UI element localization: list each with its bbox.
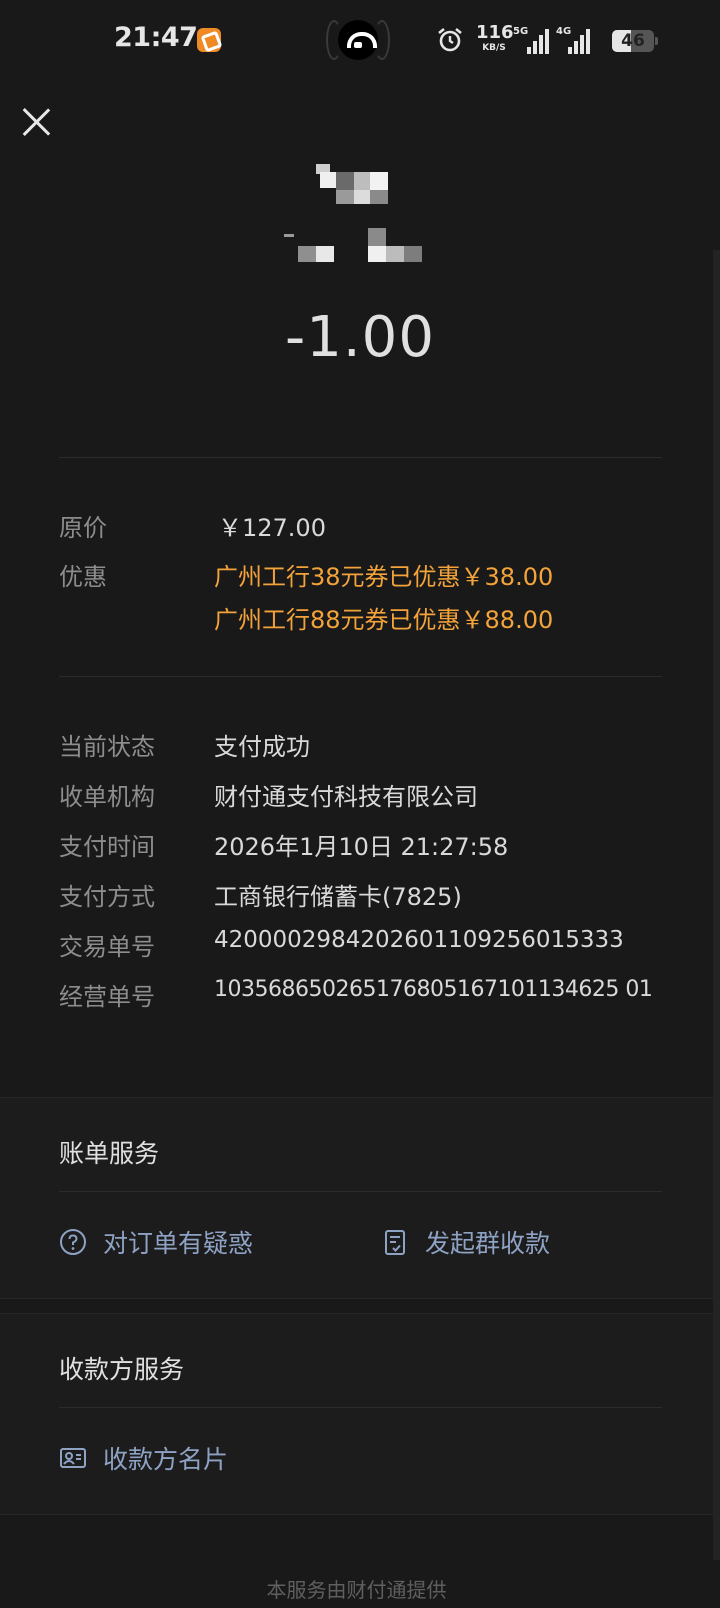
status-time: 21:47 xyxy=(114,22,198,53)
divider xyxy=(59,1407,662,1408)
transaction-id-label: 交易单号 xyxy=(59,933,155,961)
payee-service-title: 收款方服务 xyxy=(59,1355,185,1384)
status-label: 当前状态 xyxy=(59,733,155,761)
merchant-avatar xyxy=(316,164,396,210)
original-price-value: ￥127.00 xyxy=(218,514,326,542)
business-card-icon xyxy=(59,1444,87,1472)
bill-service-card: 账单服务 对订单有疑惑 发起群收款 xyxy=(0,1097,713,1299)
pay-time-value: 2026年1月10日 21:27:58 xyxy=(214,833,509,861)
signal-4g-icon: 4G xyxy=(556,26,590,54)
group-collect-label: 发起群收款 xyxy=(425,1229,551,1258)
footer-text: 本服务由财付通提供 xyxy=(266,1578,447,1602)
original-price-label: 原价 xyxy=(59,514,107,542)
transaction-id-value[interactable]: 4200002984202601109256015333 xyxy=(214,927,624,953)
status-bar: 21:47 116 KB/S 5G 4G 46 xyxy=(0,0,720,84)
question-circle-icon xyxy=(59,1228,87,1256)
bill-service-title: 账单服务 xyxy=(59,1139,160,1168)
merchant-order-label: 经营单号 xyxy=(59,983,155,1011)
divider xyxy=(59,457,662,458)
discount-label: 优惠 xyxy=(59,563,107,591)
divider xyxy=(59,1191,662,1192)
app-notification-icon xyxy=(197,28,221,52)
alarm-icon xyxy=(438,27,462,52)
pay-method-value: 工商银行储蓄卡(7825) xyxy=(214,883,462,911)
bill-detail-page: 21:47 116 KB/S 5G 4G 46 -1.00 原价 ￥127.00… xyxy=(0,0,720,1608)
amount: -1.00 xyxy=(285,305,435,370)
acquirer-value: 财付通支付科技有限公司 xyxy=(214,783,478,811)
signal-5g-icon: 5G xyxy=(513,26,549,54)
pay-time-label: 支付时间 xyxy=(59,833,155,861)
group-collect-button[interactable]: 发起群收款 xyxy=(381,1224,550,1260)
order-question-button[interactable]: 对订单有疑惑 xyxy=(59,1224,253,1260)
acquirer-label: 收单机构 xyxy=(59,783,155,811)
payee-card-label: 收款方名片 xyxy=(103,1445,229,1474)
network-speed: 116 KB/S xyxy=(476,22,514,53)
discount-item: 广州工行38元券已优惠￥38.00 xyxy=(214,563,554,591)
status-value: 支付成功 xyxy=(214,733,310,761)
merchant-order-value[interactable]: 103568650265176805167101134625 01 xyxy=(214,977,653,1002)
battery-icon: 46 xyxy=(612,30,654,52)
close-button[interactable] xyxy=(20,106,52,138)
discount-item: 广州工行88元券已优惠￥88.00 xyxy=(214,606,554,634)
payee-service-card: 收款方服务 收款方名片 xyxy=(0,1313,713,1515)
divider xyxy=(59,676,662,677)
payee-card-button[interactable]: 收款方名片 xyxy=(59,1440,228,1476)
scrollbar[interactable] xyxy=(713,250,720,1560)
bill-icon xyxy=(381,1228,409,1256)
merchant-name xyxy=(284,226,434,266)
hotspot-icon xyxy=(326,18,390,62)
pay-method-label: 支付方式 xyxy=(59,883,155,911)
order-question-label: 对订单有疑惑 xyxy=(103,1229,254,1258)
